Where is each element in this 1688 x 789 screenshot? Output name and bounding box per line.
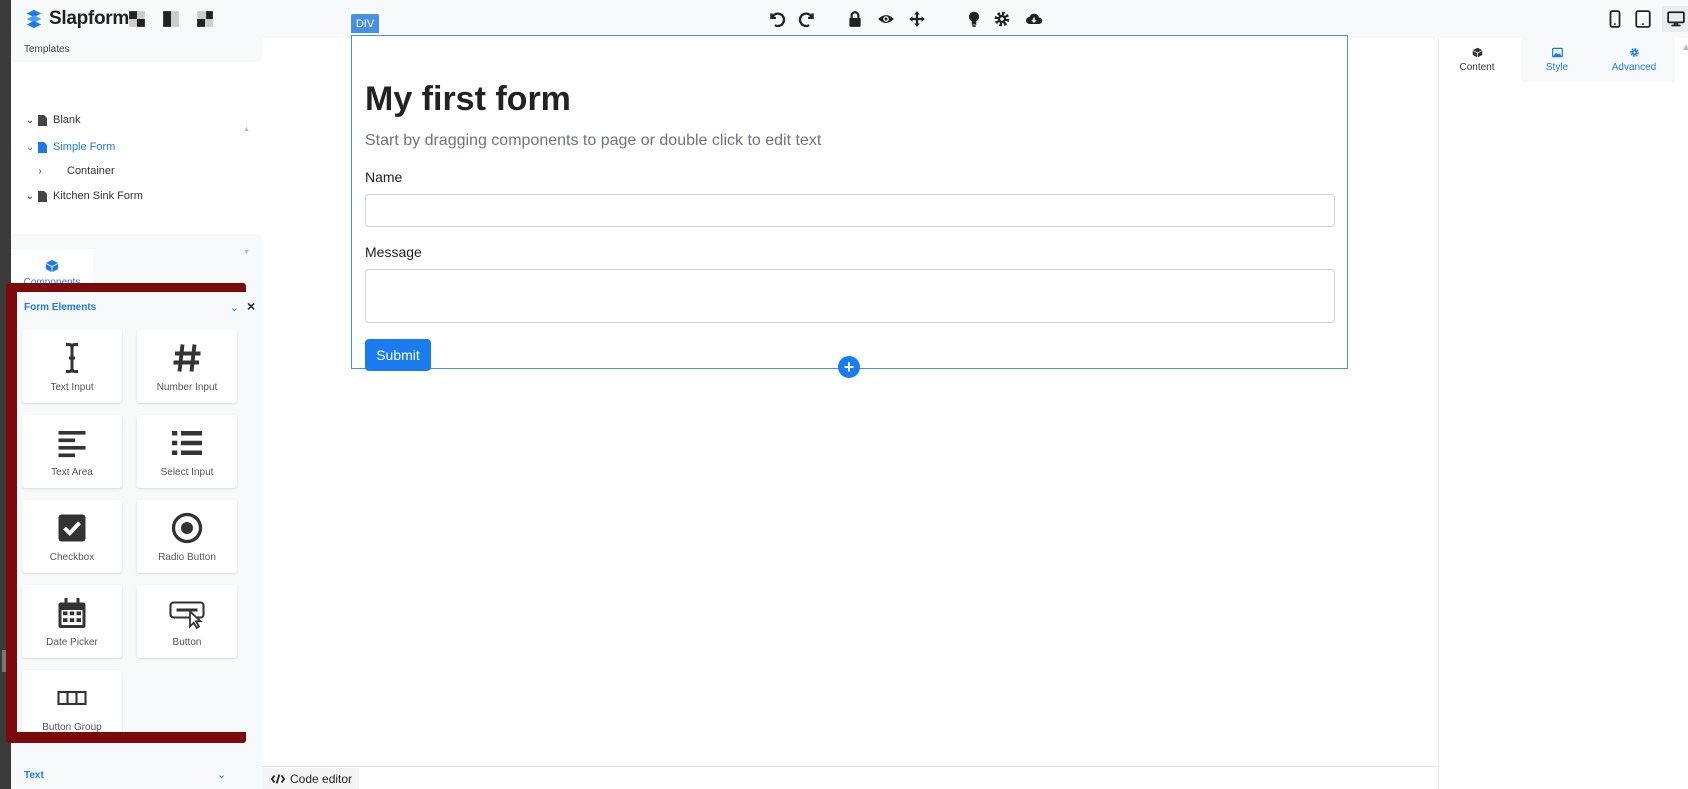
component-date-picker[interactable]: Date Picker	[22, 585, 122, 658]
message-label: Message	[365, 244, 422, 260]
app-name: Slapform	[49, 8, 129, 29]
list-icon	[172, 431, 202, 455]
tile-label: Date Picker	[46, 637, 98, 648]
button-cursor-icon	[169, 601, 205, 630]
tab-label: Style	[1545, 62, 1569, 73]
cube-icon	[45, 259, 59, 273]
top-toolbar: Slapform	[11, 0, 1688, 38]
submit-button[interactable]: Submit	[365, 339, 431, 371]
tablet-icon[interactable]	[1633, 9, 1653, 29]
component-number-input[interactable]: Number Input	[137, 330, 237, 403]
template-item-blank[interactable]: ⌄ Blank	[25, 112, 81, 128]
component-select-input[interactable]: Select Input	[137, 415, 237, 488]
component-text-input[interactable]: Text Input	[22, 330, 122, 403]
templates-tree: ⌄ Blank ⌄ Simple Form › Container ⌄ Kitc…	[11, 62, 262, 256]
add-component-button[interactable]: +	[838, 356, 860, 378]
component-radio-button[interactable]: Radio Button	[137, 500, 237, 573]
lightbulb-icon[interactable]	[964, 9, 984, 29]
scroll-up-icon[interactable]: ▲	[1681, 42, 1688, 53]
template-label: Container	[67, 165, 115, 177]
tile-label: Number Input	[156, 382, 218, 393]
chevron-down-icon[interactable]: ⌄	[217, 768, 226, 781]
name-input[interactable]	[365, 194, 1335, 227]
mobile-icon[interactable]	[1605, 9, 1625, 29]
tile-label: Text Input	[50, 382, 94, 393]
form-container[interactable]: My first form Start by dragging componen…	[351, 35, 1348, 371]
scroll-down-icon[interactable]: ▼	[243, 249, 250, 256]
lock-icon[interactable]	[845, 9, 865, 29]
tab-content[interactable]: Content	[1439, 38, 1515, 82]
templates-title: Templates	[24, 44, 70, 55]
form-subtitle[interactable]: Start by dragging components to page or …	[365, 132, 821, 150]
layout-columns-icon[interactable]	[195, 9, 215, 29]
chevron-right-icon[interactable]: ›	[35, 166, 45, 177]
radio-icon	[171, 512, 203, 544]
template-label: Blank	[53, 114, 81, 126]
code-editor-label: Code editor	[290, 771, 353, 786]
template-item-kitchen-sink-form[interactable]: ⌄ Kitchen Sink Form	[25, 188, 143, 204]
right-panel: Content Style Advanced ▲	[1438, 38, 1688, 789]
layout-grid-icon[interactable]	[127, 9, 147, 29]
chevron-down-icon[interactable]: ⌄	[25, 115, 35, 126]
form-elements-header[interactable]: Form Elements ⌄	[17, 292, 246, 322]
tab-advanced[interactable]: Advanced	[1593, 38, 1675, 82]
name-label: Name	[365, 169, 403, 185]
selected-element-tag[interactable]: DIV	[351, 14, 379, 33]
slapform-logo-icon	[26, 9, 42, 29]
tile-label: Select Input	[160, 467, 214, 478]
layout-split-icon[interactable]	[161, 9, 181, 29]
code-icon	[271, 773, 285, 784]
chevron-down-icon[interactable]: ⌄	[25, 142, 35, 153]
align-left-icon	[58, 431, 86, 458]
calendar-icon	[58, 598, 86, 628]
form-title[interactable]: My first form	[365, 80, 571, 119]
file-icon	[38, 114, 47, 126]
chevron-down-icon[interactable]: ⌄	[230, 301, 239, 314]
tile-label: Radio Button	[158, 552, 216, 563]
tile-label: Button	[172, 637, 202, 648]
gear-icon	[1629, 48, 1639, 57]
desktop-icon[interactable]	[1662, 6, 1688, 32]
chevron-down-icon[interactable]: ⌄	[25, 191, 35, 202]
tab-label: Advanced	[1611, 62, 1657, 73]
component-text-area[interactable]: Text Area	[22, 415, 122, 488]
text-group-header[interactable]: Text ⌄	[11, 763, 262, 789]
cloud-download-icon[interactable]	[1024, 9, 1044, 29]
hash-icon	[173, 344, 201, 372]
component-button[interactable]: Button	[137, 585, 237, 658]
group-title: Form Elements	[24, 301, 97, 313]
component-checkbox[interactable]: Checkbox	[22, 500, 122, 573]
template-item-container[interactable]: › Container	[35, 163, 115, 179]
checkbox-icon	[58, 514, 86, 542]
app-logo[interactable]: Slapform	[23, 4, 129, 34]
button-group-icon	[57, 690, 87, 706]
redo-icon[interactable]	[797, 9, 817, 29]
tile-label: Text Area	[51, 467, 93, 478]
form-elements-panel: Form Elements ⌄ Text Input Number Input …	[17, 292, 246, 732]
templates-scrollbar[interactable]: ▲ ▼	[243, 126, 250, 256]
text-cursor-icon	[66, 343, 78, 373]
group-title: Text	[24, 770, 44, 781]
move-icon[interactable]	[907, 9, 927, 29]
undo-icon[interactable]	[767, 9, 787, 29]
tab-label: Content	[1459, 62, 1495, 73]
file-icon	[38, 190, 47, 202]
cube-icon	[1472, 47, 1482, 58]
scroll-up-icon[interactable]: ▲	[243, 126, 250, 133]
tile-label: Button Group	[42, 722, 102, 732]
component-button-group[interactable]: Button Group	[22, 670, 122, 732]
template-label: Kitchen Sink Form	[53, 190, 143, 202]
bottom-divider	[262, 766, 1438, 767]
message-textarea[interactable]	[365, 269, 1335, 323]
image-icon	[1551, 47, 1563, 58]
tab-style[interactable]: Style	[1521, 38, 1593, 82]
template-item-simple-form[interactable]: ⌄ Simple Form	[25, 139, 116, 155]
tile-label: Checkbox	[49, 552, 95, 563]
template-label: Simple Form	[53, 141, 116, 153]
code-editor-tab[interactable]: Code editor	[263, 768, 359, 789]
close-icon[interactable]: ×	[247, 298, 255, 314]
eye-icon[interactable]	[876, 9, 896, 29]
gear-icon[interactable]	[992, 9, 1012, 29]
file-icon	[38, 141, 47, 153]
